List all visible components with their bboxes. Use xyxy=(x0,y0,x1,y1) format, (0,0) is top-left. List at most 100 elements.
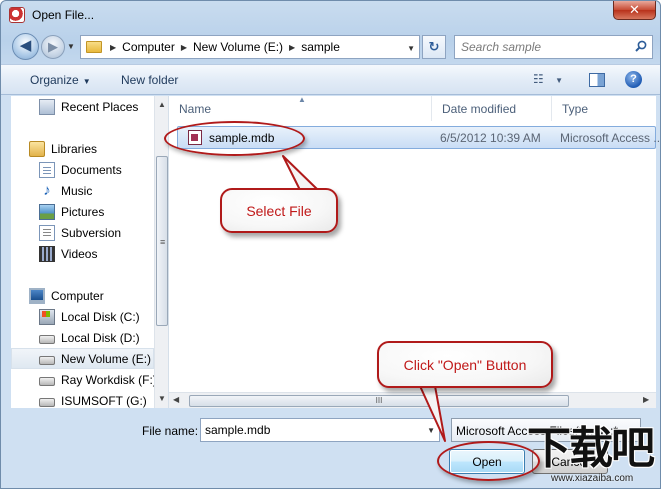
breadcrumb-item-new-volume[interactable]: New Volume (E:) xyxy=(193,40,283,54)
browser-area: Recent Places Libraries Documents ♪ Music… xyxy=(11,95,660,408)
refresh-button[interactable]: ↻ xyxy=(422,35,446,59)
title-bar: Open File... ✕ xyxy=(1,1,660,29)
nav-item-isumsoft-g[interactable]: ISUMSOFT (G:) xyxy=(39,390,168,408)
nav-item-computer[interactable]: Computer xyxy=(29,285,168,306)
nav-item-documents[interactable]: Documents xyxy=(39,159,168,180)
column-header-date-modified[interactable]: Date modified xyxy=(432,96,552,121)
file-name-input[interactable] xyxy=(205,420,420,440)
nav-item-label: Ray Workdisk (F:) xyxy=(61,372,157,387)
search-box[interactable] xyxy=(454,35,653,59)
subversion-icon xyxy=(39,224,55,241)
file-name-label: File name: xyxy=(142,424,199,438)
navigation-pane: Recent Places Libraries Documents ♪ Music… xyxy=(11,96,169,408)
system-disk-icon xyxy=(39,308,55,325)
watermark-text: 下载吧 xyxy=(527,423,655,474)
nav-item-local-disk-d[interactable]: Local Disk (D:) xyxy=(39,327,168,348)
nav-item-label: New Volume (E:) xyxy=(61,351,152,366)
nav-item-label: Recent Places xyxy=(61,99,139,114)
select-file-highlight xyxy=(164,121,305,156)
organize-button[interactable]: Organize ▼ xyxy=(30,73,91,87)
recent-locations-dropdown-icon[interactable]: ▼ xyxy=(67,42,75,51)
search-input[interactable] xyxy=(461,37,631,57)
column-header-name[interactable]: Name ▲ xyxy=(169,95,432,121)
nav-item-label: Local Disk (C:) xyxy=(61,309,140,324)
scroll-left-icon[interactable]: ◀ xyxy=(173,395,179,404)
disk-icon xyxy=(39,356,55,365)
scroll-thumb[interactable]: III xyxy=(189,395,569,407)
column-header-label: Type xyxy=(562,102,589,116)
file-date-cell: 6/5/2012 10:39 AM xyxy=(440,131,541,145)
breadcrumb-separator-icon[interactable]: ▶ xyxy=(289,43,295,52)
app-icon xyxy=(9,7,25,23)
grip-icon: ≡ xyxy=(160,237,166,247)
scroll-down-icon[interactable]: ▼ xyxy=(158,394,166,403)
disk-icon xyxy=(39,377,55,386)
pictures-icon xyxy=(39,203,55,220)
nav-item-label: Documents xyxy=(61,162,122,177)
scroll-thumb[interactable]: ≡ xyxy=(156,156,168,326)
search-icon[interactable] xyxy=(635,40,647,52)
computer-icon xyxy=(29,287,45,304)
address-row: ◀ ▶ ▼ ▶ Computer ▶ New Volume (E:) ▶ sam… xyxy=(1,31,660,61)
documents-icon xyxy=(39,161,55,178)
folder-icon xyxy=(86,41,102,53)
watermark-url: www.xiazaiba.com xyxy=(551,473,634,484)
chevron-down-icon: ▼ xyxy=(82,77,91,86)
window-title: Open File... xyxy=(32,8,95,22)
change-view-button[interactable]: ☷ ▼ xyxy=(533,72,573,88)
nav-item-recent-places[interactable]: Recent Places xyxy=(39,96,168,117)
nav-item-label: Libraries xyxy=(51,141,98,156)
breadcrumb[interactable]: ▶ Computer ▶ New Volume (E:) ▶ sample ▼ xyxy=(80,35,420,59)
chevron-down-icon[interactable]: ▼ xyxy=(427,426,435,435)
breadcrumb-separator-icon[interactable]: ▶ xyxy=(110,43,116,52)
libraries-icon xyxy=(29,140,45,157)
column-header-label: Name xyxy=(179,102,212,116)
disk-icon xyxy=(39,398,55,407)
scroll-right-icon[interactable]: ▶ xyxy=(643,395,649,404)
views-icon: ☷ xyxy=(533,72,544,86)
breadcrumb-separator-icon[interactable]: ▶ xyxy=(181,43,187,52)
nav-item-music[interactable]: ♪ Music xyxy=(39,180,168,201)
nav-item-subversion[interactable]: Subversion xyxy=(39,222,168,243)
breadcrumb-item-computer[interactable]: Computer xyxy=(122,40,175,54)
nav-item-label: Subversion xyxy=(61,225,122,240)
command-bar: Organize ▼ New folder ☷ ▼ ? xyxy=(1,64,660,95)
column-header-type[interactable]: Type xyxy=(552,96,656,121)
file-name-combobox[interactable]: ▼ xyxy=(200,418,440,442)
help-button[interactable]: ? xyxy=(625,71,642,88)
grip-icon: III xyxy=(375,396,383,405)
chevron-down-icon: ▼ xyxy=(555,76,564,85)
organize-label: Organize xyxy=(30,73,79,87)
nav-item-label: Pictures xyxy=(61,204,105,219)
nav-item-label: Videos xyxy=(61,246,98,261)
column-header-label: Date modified xyxy=(442,102,517,116)
nav-item-pictures[interactable]: Pictures xyxy=(39,201,168,222)
nav-item-local-disk-c[interactable]: Local Disk (C:) xyxy=(39,306,168,327)
disk-icon xyxy=(39,335,55,344)
nav-item-libraries[interactable]: Libraries xyxy=(29,138,168,159)
nav-item-videos[interactable]: Videos xyxy=(39,243,168,264)
address-dropdown-icon[interactable]: ▼ xyxy=(407,44,415,53)
videos-icon xyxy=(39,245,55,262)
click-open-callout: Click "Open" Button xyxy=(377,341,553,388)
nav-item-new-volume-e[interactable]: New Volume (E:) xyxy=(11,348,154,369)
new-folder-button[interactable]: New folder xyxy=(121,73,178,87)
nav-item-label: Local Disk (D:) xyxy=(61,330,140,345)
open-file-dialog: Open File... ✕ ◀ ▶ ▼ ▶ Computer ▶ New Vo… xyxy=(0,0,661,489)
preview-pane-button[interactable] xyxy=(589,73,605,87)
file-type-cell: Microsoft Access ... xyxy=(560,131,661,145)
watermark-logo: 下载吧 www.xiazaiba.com xyxy=(525,423,661,489)
select-file-callout: Select File xyxy=(220,188,338,233)
nav-item-ray-workdisk-f[interactable]: Ray Workdisk (F:) xyxy=(39,369,168,390)
scroll-up-icon[interactable]: ▲ xyxy=(158,100,166,109)
sort-ascending-icon: ▲ xyxy=(298,95,306,104)
forward-button[interactable]: ▶ xyxy=(41,35,65,59)
breadcrumb-item-sample[interactable]: sample xyxy=(301,40,340,54)
nav-item-label: Music xyxy=(61,183,93,198)
music-icon: ♪ xyxy=(43,181,51,199)
close-button[interactable]: ✕ xyxy=(613,1,656,20)
nav-item-label: Computer xyxy=(51,288,104,303)
nav-item-label: ISUMSOFT (G:) xyxy=(61,393,147,408)
back-button[interactable]: ◀ xyxy=(12,33,39,60)
file-horizontal-scrollbar[interactable]: ◀ III ▶ xyxy=(169,392,656,408)
